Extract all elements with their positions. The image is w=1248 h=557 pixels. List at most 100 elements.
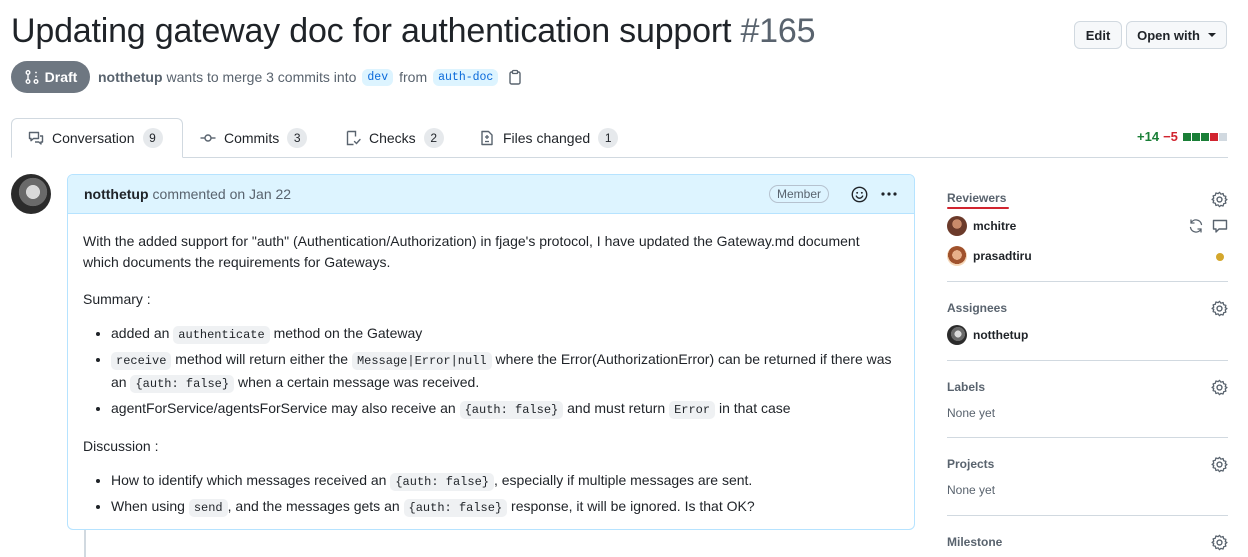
- checklist-icon: [346, 130, 361, 146]
- text: and must return: [563, 400, 670, 416]
- inline-code: {auth: false}: [403, 499, 508, 517]
- diffstat: +14 −5: [1137, 129, 1227, 144]
- milestone-section: Milestone: [947, 516, 1228, 556]
- list-item: When using send, and the messages gets a…: [111, 496, 899, 519]
- git-commit-icon: [200, 134, 216, 142]
- milestone-title[interactable]: Milestone: [947, 535, 1002, 549]
- comment-author-link[interactable]: notthetup: [84, 186, 149, 202]
- text: method will return either the: [171, 351, 352, 367]
- comment-header: notthetup commented on Jan 22 Member: [68, 175, 914, 214]
- edit-button-label: Edit: [1085, 27, 1111, 43]
- tab-commits[interactable]: Commits 3: [200, 118, 308, 158]
- tab-conversation[interactable]: Conversation 9: [11, 118, 183, 158]
- reviewer-item[interactable]: prasadtiru: [947, 246, 1228, 266]
- sidebar: Reviewers mchitre prasadtiru Assignees n…: [947, 182, 1228, 556]
- text: , and the messages gets an: [227, 498, 404, 514]
- edit-button[interactable]: Edit: [1074, 21, 1122, 49]
- file-diff-icon: [481, 130, 493, 146]
- assignees-section: Assignees notthetup: [947, 282, 1228, 361]
- tab-label: Files changed: [503, 130, 591, 146]
- projects-section: Projects None yet: [947, 438, 1228, 516]
- list-item: added an authenticate method on the Gate…: [111, 323, 899, 346]
- base-branch[interactable]: dev: [362, 68, 394, 86]
- gear-icon[interactable]: [1211, 456, 1228, 473]
- comment-icon[interactable]: [1212, 218, 1228, 234]
- comment-timestamp[interactable]: commented on Jan 22: [153, 186, 292, 202]
- list-item: agentForService/agentsForService may als…: [111, 398, 899, 421]
- discussion-heading: Discussion :: [83, 438, 159, 454]
- chevron-down-icon: [1207, 33, 1216, 37]
- avatar[interactable]: [11, 174, 51, 214]
- text: How to identify which messages received …: [111, 472, 391, 488]
- title-underline: [947, 207, 1009, 209]
- status-badge: Draft: [11, 61, 90, 93]
- list-item: How to identify which messages received …: [111, 470, 899, 493]
- avatar: [947, 216, 967, 236]
- inline-code: authenticate: [173, 326, 270, 344]
- text: in that case: [715, 400, 791, 416]
- gear-icon[interactable]: [1211, 191, 1228, 208]
- open-with-label: Open with: [1137, 27, 1200, 43]
- text: when a certain message was received.: [234, 374, 480, 390]
- text: added an: [111, 325, 174, 341]
- labels-section: Labels None yet: [947, 361, 1228, 438]
- reviewer-name: mchitre: [973, 219, 1017, 233]
- gear-icon[interactable]: [1211, 534, 1228, 551]
- text: response, it will be ignored. Is that OK…: [507, 498, 755, 514]
- comment-paragraph: With the added support for "auth" (Authe…: [83, 233, 860, 270]
- status-label: Draft: [44, 69, 78, 85]
- list-item: receive method will return either the Me…: [111, 349, 899, 395]
- copy-icon[interactable]: [508, 69, 522, 85]
- pending-review-dot: [1216, 253, 1224, 261]
- comment: notthetup commented on Jan 22 Member Wit…: [67, 174, 915, 530]
- pr-author-link[interactable]: notthetup: [98, 69, 163, 85]
- pr-meta: Draft notthetup wants to merge 3 commits…: [11, 61, 522, 93]
- inline-code: Message|Error|null: [351, 352, 492, 370]
- diff-additions: +14: [1137, 129, 1160, 144]
- gear-icon[interactable]: [1211, 300, 1228, 317]
- pr-title-text: Updating gateway doc for authentication …: [11, 12, 732, 50]
- tab-label: Conversation: [52, 130, 135, 146]
- projects-title[interactable]: Projects: [947, 457, 994, 471]
- reviewers-section: Reviewers mchitre prasadtiru: [947, 182, 1228, 282]
- merge-text: wants to merge 3 commits into: [166, 69, 357, 85]
- open-with-button[interactable]: Open with: [1126, 21, 1227, 49]
- assignee-name: notthetup: [973, 328, 1029, 342]
- sync-icon[interactable]: [1188, 218, 1204, 234]
- smiley-icon[interactable]: [851, 186, 868, 203]
- tab-files-changed[interactable]: Files changed 1: [479, 118, 619, 158]
- tab-counter: 1: [598, 128, 619, 148]
- tab-counter: 9: [142, 128, 163, 148]
- gear-icon[interactable]: [1211, 379, 1228, 396]
- inline-code: Error: [669, 401, 716, 419]
- head-branch[interactable]: auth-doc: [433, 68, 499, 86]
- reviewers-title[interactable]: Reviewers: [947, 191, 1006, 205]
- tab-counter: 2: [423, 128, 444, 148]
- tab-label: Checks: [369, 130, 416, 146]
- inline-code: send: [188, 499, 228, 517]
- assignee-item[interactable]: notthetup: [947, 325, 1028, 345]
- pr-number: #165: [740, 12, 816, 50]
- labels-title[interactable]: Labels: [947, 380, 985, 394]
- text: When using: [111, 498, 189, 514]
- summary-list: added an authenticate method on the Gate…: [111, 323, 899, 421]
- reviewer-item[interactable]: mchitre: [947, 216, 1228, 236]
- assignees-title[interactable]: Assignees: [947, 301, 1007, 315]
- labels-value: None yet: [947, 406, 996, 420]
- inline-code: {auth: false}: [130, 375, 235, 393]
- inline-code: receive: [111, 352, 172, 370]
- avatar: [947, 246, 967, 266]
- kebab-horizontal-icon[interactable]: [880, 186, 898, 202]
- text: agentForService/agentsForService may als…: [111, 400, 460, 416]
- diff-deletions: −5: [1163, 129, 1178, 144]
- text: , especially if multiple messages are se…: [493, 472, 753, 488]
- tabs-divider: [11, 157, 1228, 158]
- timeline-line: [84, 528, 86, 557]
- comment-body: With the added support for "auth" (Authe…: [68, 214, 914, 519]
- tab-checks[interactable]: Checks 2: [345, 118, 444, 158]
- member-badge: Member: [768, 185, 829, 203]
- summary-heading: Summary :: [83, 291, 151, 307]
- projects-value: None yet: [947, 483, 996, 497]
- diffstat-blocks: [1182, 132, 1227, 141]
- tab-counter: 3: [287, 128, 308, 148]
